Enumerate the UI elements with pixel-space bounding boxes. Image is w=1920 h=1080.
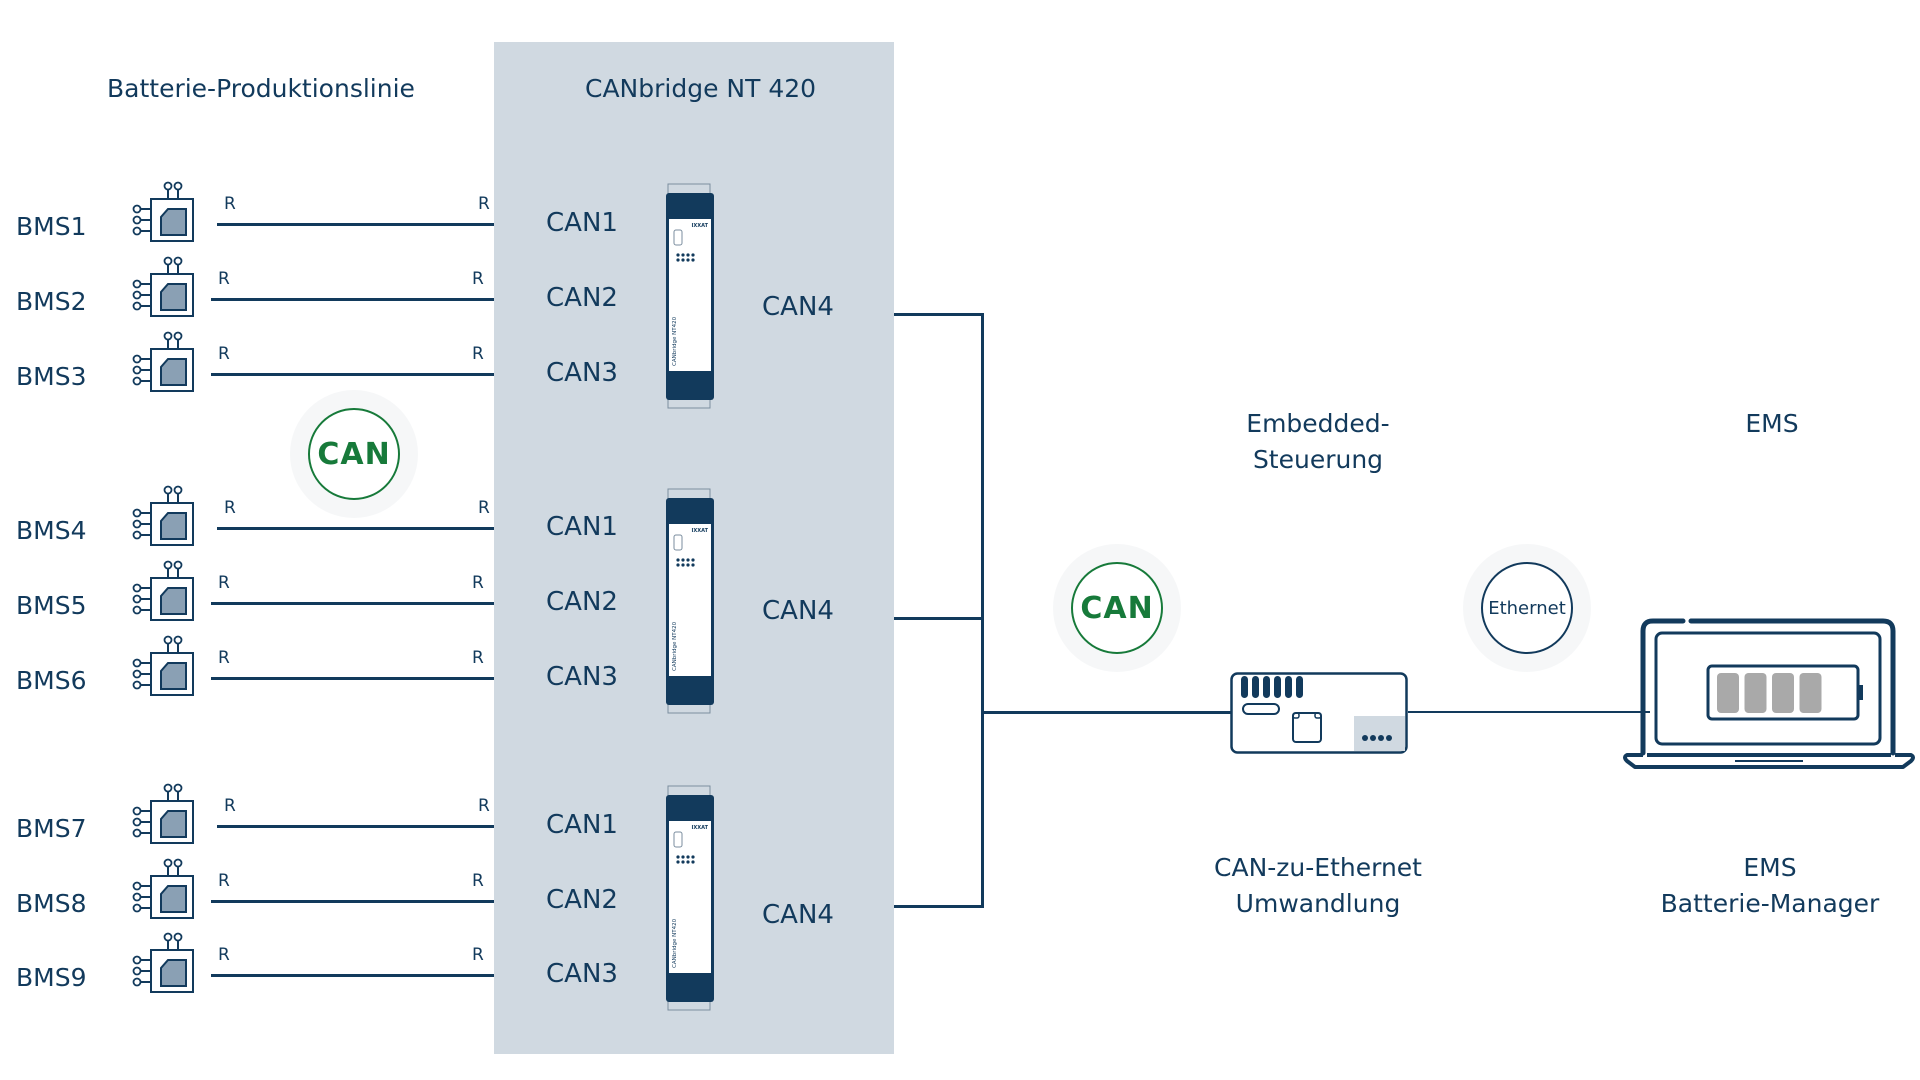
trunk-to-embedded-wire [981,711,1234,714]
svg-text:CANbridge NT420: CANbridge NT420 [672,918,678,968]
ethernet-wire [1408,711,1650,713]
can-wire [217,825,494,828]
production-line-heading: Batterie-Produktionslinie [107,74,415,103]
bms-chip-icon [132,783,194,844]
canbridge-device-icon: IXXAT CANbridge NT420 [666,785,714,1011]
embedded-title: Embedded- Steuerung [1168,406,1468,478]
can-wire [211,602,494,605]
resistor-label-left: R [218,945,230,965]
can-port-label: CAN3 [546,358,618,388]
embedded-title-line1: Embedded- [1246,409,1390,438]
resistor-label-left: R [218,269,230,289]
resistor-label-left: R [218,648,230,668]
bms-label: BMS8 [16,889,87,918]
bms-chip-icon [132,485,194,546]
bms-label: BMS7 [16,814,87,843]
ems-caption-line1: EMS [1743,853,1797,882]
can4-port-label: CAN4 [762,596,834,626]
can-wire [211,373,494,376]
embedded-caption: CAN-zu-Ethernet Umwandlung [1168,850,1468,922]
resistor-label-right: R [472,871,484,891]
bms-label: BMS6 [16,666,87,695]
resistor-label-left: R [218,871,230,891]
resistor-label-right: R [472,344,484,364]
ems-caption-line2: Batterie-Manager [1660,889,1880,918]
can-port-label: CAN1 [546,810,618,840]
bms-chip-icon [132,181,194,242]
can4-port-label: CAN4 [762,292,834,322]
embedded-caption-line2: Umwandlung [1235,889,1401,918]
can-port-label: CAN2 [546,587,618,617]
svg-text:CANbridge NT420: CANbridge NT420 [672,316,678,366]
ethernet-badge-text: Ethernet [1488,597,1566,619]
bms-label: BMS4 [16,516,87,545]
battery-segment [1799,673,1822,713]
bms-label: BMS2 [16,287,87,316]
battery-segment [1772,673,1794,713]
can-wire [217,223,494,226]
resistor-label-right: R [472,573,484,593]
embedded-caption-line1: CAN-zu-Ethernet [1214,853,1422,882]
can-bus-badge-right: CAN [1071,562,1163,654]
battery-segments [1717,673,1822,713]
ethernet-badge: Ethernet [1481,562,1573,654]
can-badge-text: CAN [1080,590,1154,626]
bms-chip-icon [132,858,194,919]
resistor-label-left: R [224,194,236,214]
bms-label: BMS9 [16,963,87,992]
can4-port-label: CAN4 [762,900,834,930]
can-port-label: CAN1 [546,512,618,542]
can-port-label: CAN1 [546,208,618,238]
resistor-label-right: R [472,269,484,289]
bms-chip-icon [132,635,194,696]
bms-label: BMS3 [16,362,87,391]
can-badge-text: CAN [317,436,391,472]
can-wire [211,900,494,903]
bms-chip-icon [132,560,194,621]
canbridge-device-icon: IXXAT CANbridge NT420 [666,488,714,714]
laptop-icon [1623,618,1915,769]
bms-chip-icon [132,932,194,993]
resistor-label-left: R [218,344,230,364]
embedded-controller-icon [1230,672,1408,754]
svg-text:IXXAT: IXXAT [692,528,709,534]
resistor-label-right: R [472,945,484,965]
can-wire [211,974,494,977]
ems-caption: EMS Batterie-Manager [1620,850,1920,922]
canbridge-heading: CANbridge NT 420 [585,74,817,103]
svg-text:IXXAT: IXXAT [692,223,709,229]
can-bus-badge-left: CAN [308,408,400,500]
can4-wire-2 [894,617,984,620]
can-port-label: CAN3 [546,959,618,989]
resistor-label-left: R [224,796,236,816]
can-port-label: CAN2 [546,885,618,915]
bms-chip-icon [132,256,194,317]
battery-segment [1717,673,1739,713]
can-wire [211,298,494,301]
can-wire [217,527,494,530]
svg-text:IXXAT: IXXAT [692,825,709,831]
can-bus-trunk [981,313,984,908]
can4-wire-1 [894,313,984,316]
can-port-label: CAN3 [546,662,618,692]
embedded-title-line2: Steuerung [1252,445,1384,474]
bms-chip-icon [132,331,194,392]
resistor-label-right: R [478,796,490,816]
can-wire [211,677,494,680]
resistor-label-right: R [472,648,484,668]
resistor-label-left: R [224,498,236,518]
battery-segment [1744,673,1767,713]
resistor-label-left: R [218,573,230,593]
can4-wire-3 [894,905,984,908]
resistor-label-right: R [478,498,490,518]
ems-title: EMS [1745,409,1799,438]
canbridge-device-icon: IXXAT CANbridge NT420 [666,183,714,409]
can-port-label: CAN2 [546,283,618,313]
bms-label: BMS1 [16,212,87,241]
resistor-label-right: R [478,194,490,214]
bms-label: BMS5 [16,591,87,620]
svg-text:CANbridge NT420: CANbridge NT420 [672,621,678,671]
